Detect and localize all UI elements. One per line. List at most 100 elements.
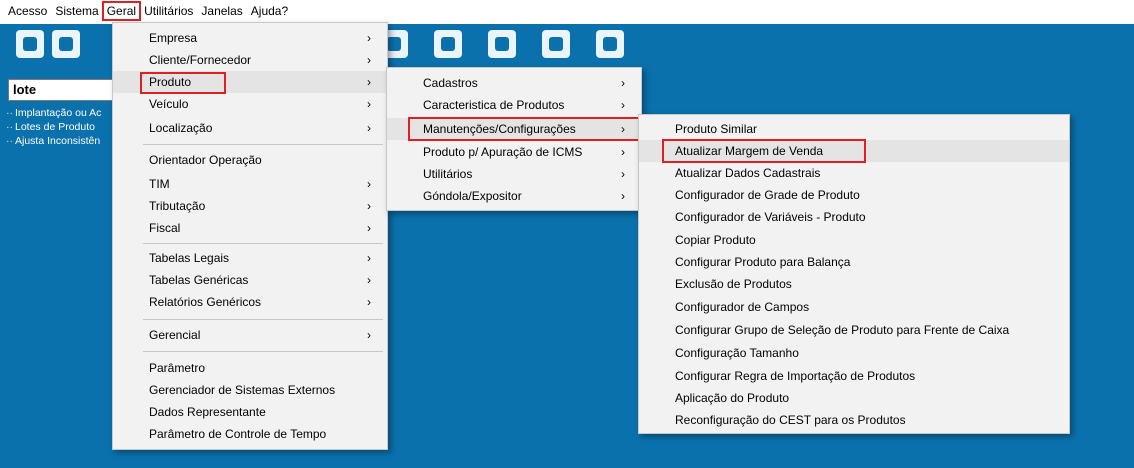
menu-item-cadastros[interactable]: Cadastros ›	[387, 72, 641, 94]
tree-item[interactable]: Ajusta Inconsistên	[6, 135, 114, 147]
menu-item-grupo-selecao-frente-caixa[interactable]: Configurar Grupo de Seleção de Produto p…	[639, 319, 1069, 341]
tree-item[interactable]: Lotes de Produto	[6, 121, 114, 133]
menu-item-tributacao[interactable]: Tributação ›	[113, 195, 387, 217]
menu-item-dados-representante[interactable]: Dados Representante	[113, 401, 387, 423]
menu-item-cliente-fornecedor[interactable]: Cliente/Fornecedor ›	[113, 49, 387, 71]
menu-item-regra-importacao[interactable]: Configurar Regra de Importação de Produt…	[639, 365, 1069, 387]
menu-item-label: Gerenciador de Sistemas Externos	[149, 383, 336, 397]
menu-item-label: Configurar Produto para Balança	[675, 255, 851, 269]
chevron-right-icon: ›	[367, 53, 371, 67]
menu-separator	[143, 144, 383, 145]
menu-item-label: Produto p/ Apuração de ICMS	[423, 145, 583, 159]
menu-item-parametro[interactable]: Parâmetro	[113, 357, 387, 379]
chevron-right-icon: ›	[621, 98, 625, 112]
menu-item-fiscal[interactable]: Fiscal ›	[113, 217, 387, 239]
menu-item-label: Aplicação do Produto	[675, 391, 790, 405]
chevron-right-icon: ›	[367, 295, 371, 309]
menu-item-label: Utilitários	[423, 167, 473, 181]
menu-item-label: Produto Similar	[675, 122, 758, 136]
chevron-right-icon: ›	[367, 177, 371, 191]
menu-item-configurador-grade[interactable]: Configurador de Grade de Produto	[639, 184, 1069, 206]
chevron-right-icon: ›	[367, 75, 371, 89]
chevron-right-icon: ›	[367, 121, 371, 135]
menu-item-label: Orientador Operação	[149, 153, 262, 167]
chevron-right-icon: ›	[367, 31, 371, 45]
menu-item-label: Cliente/Fornecedor	[149, 53, 252, 67]
menu-item-localizacao[interactable]: Localização ›	[113, 117, 387, 139]
chevron-right-icon: ›	[367, 328, 371, 342]
document-list-icon[interactable]	[542, 30, 570, 58]
menu-item-relatorios-genericos[interactable]: Relatórios Genéricos ›	[113, 291, 387, 313]
menu-janelas[interactable]: Janelas	[197, 2, 246, 20]
highlight-produto	[140, 72, 226, 94]
menu-item-caracteristica-produtos[interactable]: Caracteristica de Produtos ›	[387, 94, 641, 116]
menu-item-label: Configurador de Grade de Produto	[675, 188, 860, 202]
menu-item-produto-apuracao-icms[interactable]: Produto p/ Apuração de ICMS ›	[387, 141, 641, 163]
menu-item-label: Atualizar Dados Cadastrais	[675, 166, 821, 180]
menu-item-label: Exclusão de Produtos	[675, 277, 792, 291]
menu-item-copiar-produto[interactable]: Copiar Produto	[639, 229, 1069, 251]
menu-item-tim[interactable]: TIM ›	[113, 173, 387, 195]
chevron-right-icon: ›	[367, 273, 371, 287]
menu-item-configurador-variaveis[interactable]: Configurador de Variáveis - Produto	[639, 206, 1069, 228]
menu-item-veiculo[interactable]: Veículo ›	[113, 93, 387, 115]
menu-item-configuracao-tamanho[interactable]: Configuração Tamanho	[639, 342, 1069, 364]
menu-item-label: Relatórios Genéricos	[149, 295, 262, 309]
tree-item[interactable]: Implantação ou Ac	[6, 107, 114, 119]
menu-item-configurador-campos[interactable]: Configurador de Campos	[639, 296, 1069, 318]
menu-item-label: Parâmetro de Controle de Tempo	[149, 427, 327, 441]
menu-item-aplicacao-produto[interactable]: Aplicação do Produto	[639, 387, 1069, 409]
menu-item-label: Dados Representante	[149, 405, 266, 419]
money-cycle-icon[interactable]	[596, 30, 624, 58]
menu-item-label: Localização	[149, 121, 213, 135]
menu-utilitarios[interactable]: Utilitários	[140, 2, 197, 20]
menu-item-configurar-balanca[interactable]: Configurar Produto para Balança	[639, 251, 1069, 273]
menu-item-label: Configurador de Variáveis - Produto	[675, 210, 866, 224]
menu-item-label: Reconfiguração do CEST para os Produtos	[675, 413, 906, 427]
menu-item-label: Góndola/Expositor	[423, 189, 522, 203]
chevron-right-icon: ›	[621, 145, 625, 159]
highlight-manutencoes	[408, 117, 642, 141]
menu-item-parametro-controle-tempo[interactable]: Parâmetro de Controle de Tempo	[113, 423, 387, 445]
highlight-atualizar-margem	[662, 139, 866, 163]
menu-acesso[interactable]: Acesso	[4, 2, 51, 20]
menu-item-gondola-expositor[interactable]: Góndola/Expositor ›	[387, 185, 641, 207]
chevron-right-icon: ›	[367, 251, 371, 265]
menu-separator	[143, 319, 383, 320]
menu-item-orientador-operacao[interactable]: Orientador Operação	[113, 149, 387, 171]
menu-item-label: Tabelas Genéricas	[149, 273, 249, 287]
menu-item-utilitarios[interactable]: Utilitários ›	[387, 163, 641, 185]
menu-bar: Acesso Sistema Geral Utilitários Janelas…	[0, 0, 1134, 22]
menu-item-label: Empresa	[149, 31, 198, 45]
unlock-icon[interactable]	[16, 30, 44, 58]
chevron-right-icon: ›	[367, 97, 371, 111]
menu-item-label: Tabelas Legais	[149, 251, 230, 265]
menu-item-gerenciador-sistemas-externos[interactable]: Gerenciador de Sistemas Externos	[113, 379, 387, 401]
menu-item-gerencial[interactable]: Gerencial ›	[113, 324, 387, 346]
menu-item-label: Gerencial	[149, 328, 201, 342]
chevron-right-icon: ›	[621, 189, 625, 203]
menu-item-label: Copiar Produto	[675, 233, 756, 247]
menu-item-produto-similar[interactable]: Produto Similar	[639, 118, 1069, 140]
menu-item-tabelas-genericas[interactable]: Tabelas Genéricas ›	[113, 269, 387, 291]
menu-item-tabelas-legais[interactable]: Tabelas Legais ›	[113, 247, 387, 269]
menu-item-empresa[interactable]: Empresa ›	[113, 27, 387, 49]
search-input[interactable]: lote	[8, 79, 113, 101]
chevron-right-icon: ›	[621, 167, 625, 181]
menu-item-label: Veículo	[149, 97, 189, 111]
box-icon[interactable]	[434, 30, 462, 58]
menu-ajuda[interactable]: Ajuda?	[247, 2, 292, 20]
chevron-right-icon: ›	[367, 199, 371, 213]
handshake-icon[interactable]	[488, 30, 516, 58]
menu-item-label: Configurador de Campos	[675, 300, 810, 314]
menu-item-reconfiguracao-cest[interactable]: Reconfiguração do CEST para os Produtos	[639, 409, 1069, 431]
menu-item-label: Configuração Tamanho	[675, 346, 799, 360]
menu-item-exclusao-produtos[interactable]: Exclusão de Produtos	[639, 273, 1069, 295]
menu-separator	[143, 243, 383, 244]
menu-item-label: Configurar Regra de Importação de Produt…	[675, 369, 916, 383]
menu-item-atualizar-dados-cadastrais[interactable]: Atualizar Dados Cadastrais	[639, 162, 1069, 184]
lock-icon[interactable]	[52, 30, 80, 58]
menu-sistema[interactable]: Sistema	[51, 2, 102, 20]
menu-item-label: Parâmetro	[149, 361, 206, 375]
menu-geral[interactable]: Geral	[101, 1, 142, 21]
